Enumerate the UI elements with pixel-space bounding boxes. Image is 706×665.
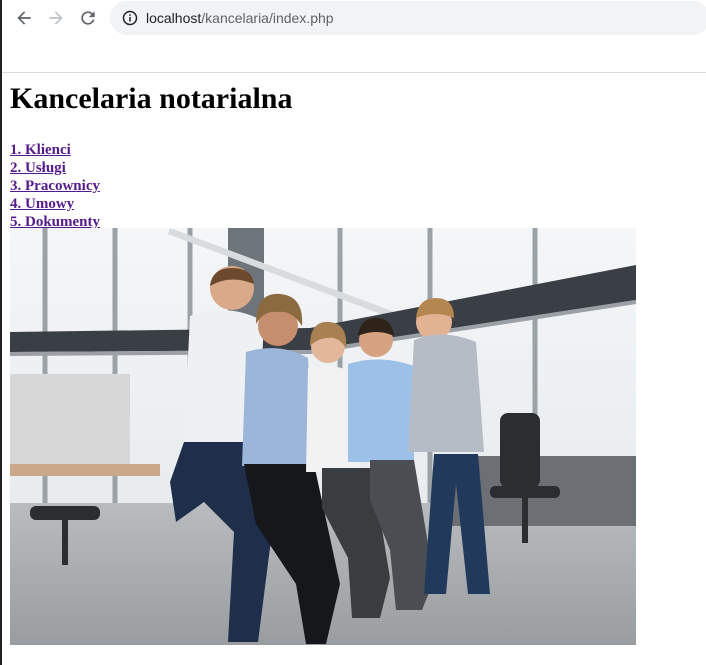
url-path: /kancelaria/index.php (201, 10, 334, 26)
window-left-edge (0, 0, 2, 665)
back-button[interactable] (11, 5, 37, 31)
url-text: localhost/kancelaria/index.php (146, 10, 334, 26)
team-photo (10, 228, 636, 645)
menu-link-klienci[interactable]: 1. Klienci (10, 141, 700, 159)
menu-link-pracownicy[interactable]: 3. Pracownicy (10, 177, 700, 195)
main-menu: 1. Klienci 2. Usługi 3. Pracownicy 4. Um… (10, 141, 700, 231)
menu-link-uslugi[interactable]: 2. Usługi (10, 159, 700, 177)
page-title: Kancelaria notarialna (10, 82, 293, 115)
url-host: localhost (146, 10, 202, 26)
forward-arrow-icon (49, 11, 63, 25)
reload-button[interactable] (75, 5, 101, 31)
reload-icon (81, 11, 95, 25)
page-content: Kancelaria notarialna 1. Klienci 2. Usłu… (10, 73, 700, 231)
back-arrow-icon (17, 11, 31, 25)
address-bar[interactable]: localhost/kancelaria/index.php (110, 1, 706, 35)
forward-button[interactable] (43, 5, 69, 31)
menu-link-umowy[interactable]: 4. Umowy (10, 195, 700, 213)
browser-toolbar: localhost/kancelaria/index.php (2, 0, 706, 73)
site-info-icon[interactable] (122, 10, 138, 26)
